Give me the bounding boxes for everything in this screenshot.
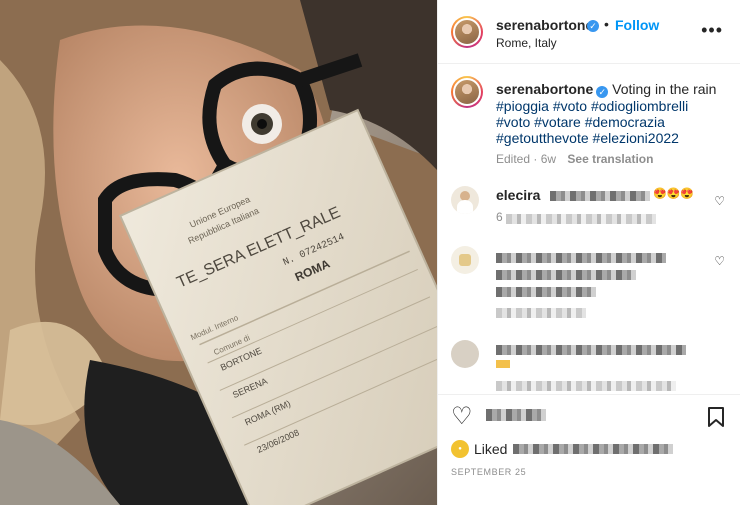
post-actions: ♡ ● Liked SEPTEMBER 25 — [438, 394, 740, 506]
hashtag[interactable]: #voto — [553, 98, 587, 114]
separator-dot: • — [604, 16, 609, 32]
comment-like-icon[interactable]: ♡ — [714, 254, 725, 268]
hashtag[interactable]: #pioggia — [496, 98, 549, 114]
verified-badge-icon: ✓ — [596, 86, 609, 98]
post-date: SEPTEMBER 25 — [451, 467, 527, 477]
see-translation-button[interactable]: See translation — [567, 152, 653, 166]
author-avatar[interactable] — [451, 16, 483, 48]
comment-emoji: 😍😍😍 — [653, 188, 695, 200]
blurred-action-icons — [486, 409, 546, 421]
hashtag[interactable]: #votare — [534, 114, 581, 130]
blurred-comment-text — [496, 253, 666, 263]
blurred-comment-text — [496, 287, 596, 297]
blurred-comment-meta — [496, 308, 586, 318]
post-location[interactable]: Rome, Italy — [496, 36, 557, 50]
selfie-illustration: Unione Europea Repubblica Italiana TE_SE… — [0, 0, 437, 505]
comment-emoji-icon — [496, 360, 510, 368]
edited-label: Edited — [496, 152, 531, 166]
post-age: 6w — [540, 152, 557, 166]
commenter-avatar[interactable] — [451, 340, 479, 368]
author-username[interactable]: serenabortone — [496, 17, 593, 33]
blurred-liked-by-names — [513, 444, 673, 454]
meta-separator: · — [533, 152, 538, 166]
like-heart-icon[interactable]: ♡ — [451, 402, 473, 431]
blurred-comment-text — [496, 270, 636, 280]
commenter-avatar[interactable] — [451, 186, 479, 214]
hashtag[interactable]: #democrazia — [585, 114, 665, 130]
commenter-avatar[interactable] — [451, 246, 479, 274]
caption-author-avatar[interactable] — [451, 76, 483, 108]
blurred-comment-text — [550, 191, 650, 201]
caption-username[interactable]: serenabortone — [496, 81, 593, 97]
post-side-panel: serenabortone ✓ • Follow Rome, Italy •••… — [437, 0, 740, 505]
instagram-post: Unione Europea Repubblica Italiana TE_SE… — [0, 0, 740, 505]
caption-meta: Edited · 6w See translation — [496, 152, 653, 166]
blurred-comment-text — [496, 345, 686, 355]
blurred-comment-meta — [496, 381, 676, 391]
verified-badge-icon: ✓ — [587, 20, 599, 32]
bookmark-icon[interactable] — [707, 406, 725, 428]
comment-meta-prefix: 6 — [496, 210, 503, 224]
commenter-username[interactable]: elecira — [496, 187, 540, 203]
liked-by-label: Liked — [474, 441, 508, 457]
hashtag[interactable]: #voto — [496, 114, 530, 130]
caption-body: Voting in the rain — [612, 81, 717, 97]
liker-avatar[interactable]: ● — [451, 440, 469, 458]
hashtag[interactable]: #odiogliombrelli — [591, 98, 688, 114]
hashtag[interactable]: #elezioni2022 — [593, 130, 679, 146]
hashtag[interactable]: #getoutthevote — [496, 130, 589, 146]
more-options-icon[interactable]: ••• — [701, 20, 723, 41]
follow-button[interactable]: Follow — [615, 17, 659, 33]
caption-text: serenabortone ✓ Voting in the rain #piogg… — [496, 81, 726, 146]
comment-like-icon[interactable]: ♡ — [714, 194, 725, 208]
post-header: serenabortone ✓ • Follow Rome, Italy ••• — [438, 0, 740, 64]
post-photo[interactable]: Unione Europea Repubblica Italiana TE_SE… — [0, 0, 437, 505]
blurred-comment-meta — [506, 214, 656, 224]
